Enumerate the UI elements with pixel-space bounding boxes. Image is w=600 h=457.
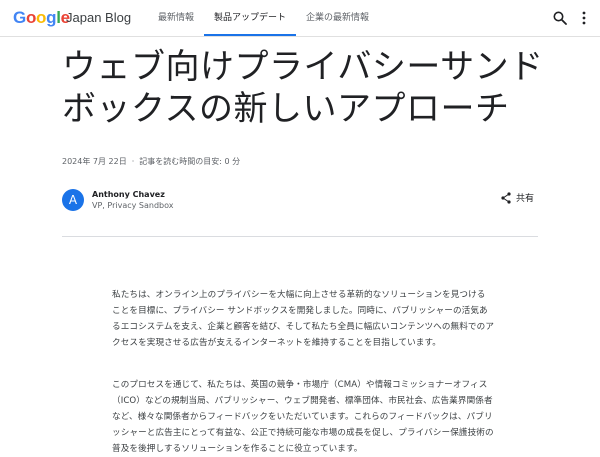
main-nav: 最新情報 製品アップデート 企業の最新情報: [148, 0, 379, 36]
publish-date: 2024年 7月 22日: [62, 157, 127, 166]
avatar: A: [62, 189, 84, 211]
article-paragraph: このプロセスを通じて、私たちは、英国の競争・市場庁（CMA）や情報コミッショナー…: [112, 380, 494, 454]
meta-separator: ·: [131, 157, 135, 166]
search-icon[interactable]: [553, 11, 567, 25]
more-vert-icon[interactable]: [580, 11, 588, 25]
article-title: ウェブ向けプライバシーサンドボックスの新しいアプローチ: [62, 47, 544, 129]
logo-letter: o: [25, 8, 37, 27]
author-name: Anthony Chavez: [92, 190, 165, 199]
divider: [62, 236, 538, 237]
share-icon: [501, 191, 511, 204]
blog-name[interactable]: Japan Blog: [66, 10, 131, 26]
reading-time: 記事を読む時間の目安: 0 分: [139, 157, 241, 166]
share-button[interactable]: 共有: [501, 191, 534, 204]
article-paragraph: 私たちは、オンライン上のプライバシーを大幅に向上させる革新的なソリューションを見…: [112, 290, 495, 348]
logo-letter: o: [36, 8, 47, 27]
site-header: Google Japan Blog 最新情報 製品アップデート 企業の最新情報: [0, 0, 600, 37]
logo-letter: G: [13, 8, 26, 27]
share-label: 共有: [515, 194, 534, 204]
google-logo[interactable]: Google: [13, 9, 70, 27]
nav-item-product-updates[interactable]: 製品アップデート: [204, 0, 297, 36]
nav-item-latest[interactable]: 最新情報: [148, 0, 204, 36]
article-meta: 2024年 7月 22日 · 記事を読む時間の目安: 0 分: [62, 156, 240, 167]
author-block: A Anthony Chavez VP, Privacy Sandbox 共有: [62, 189, 538, 215]
author-title: VP, Privacy Sandbox: [92, 201, 174, 210]
nav-item-company-news[interactable]: 企業の最新情報: [296, 0, 379, 36]
logo-letter: g: [46, 8, 57, 27]
